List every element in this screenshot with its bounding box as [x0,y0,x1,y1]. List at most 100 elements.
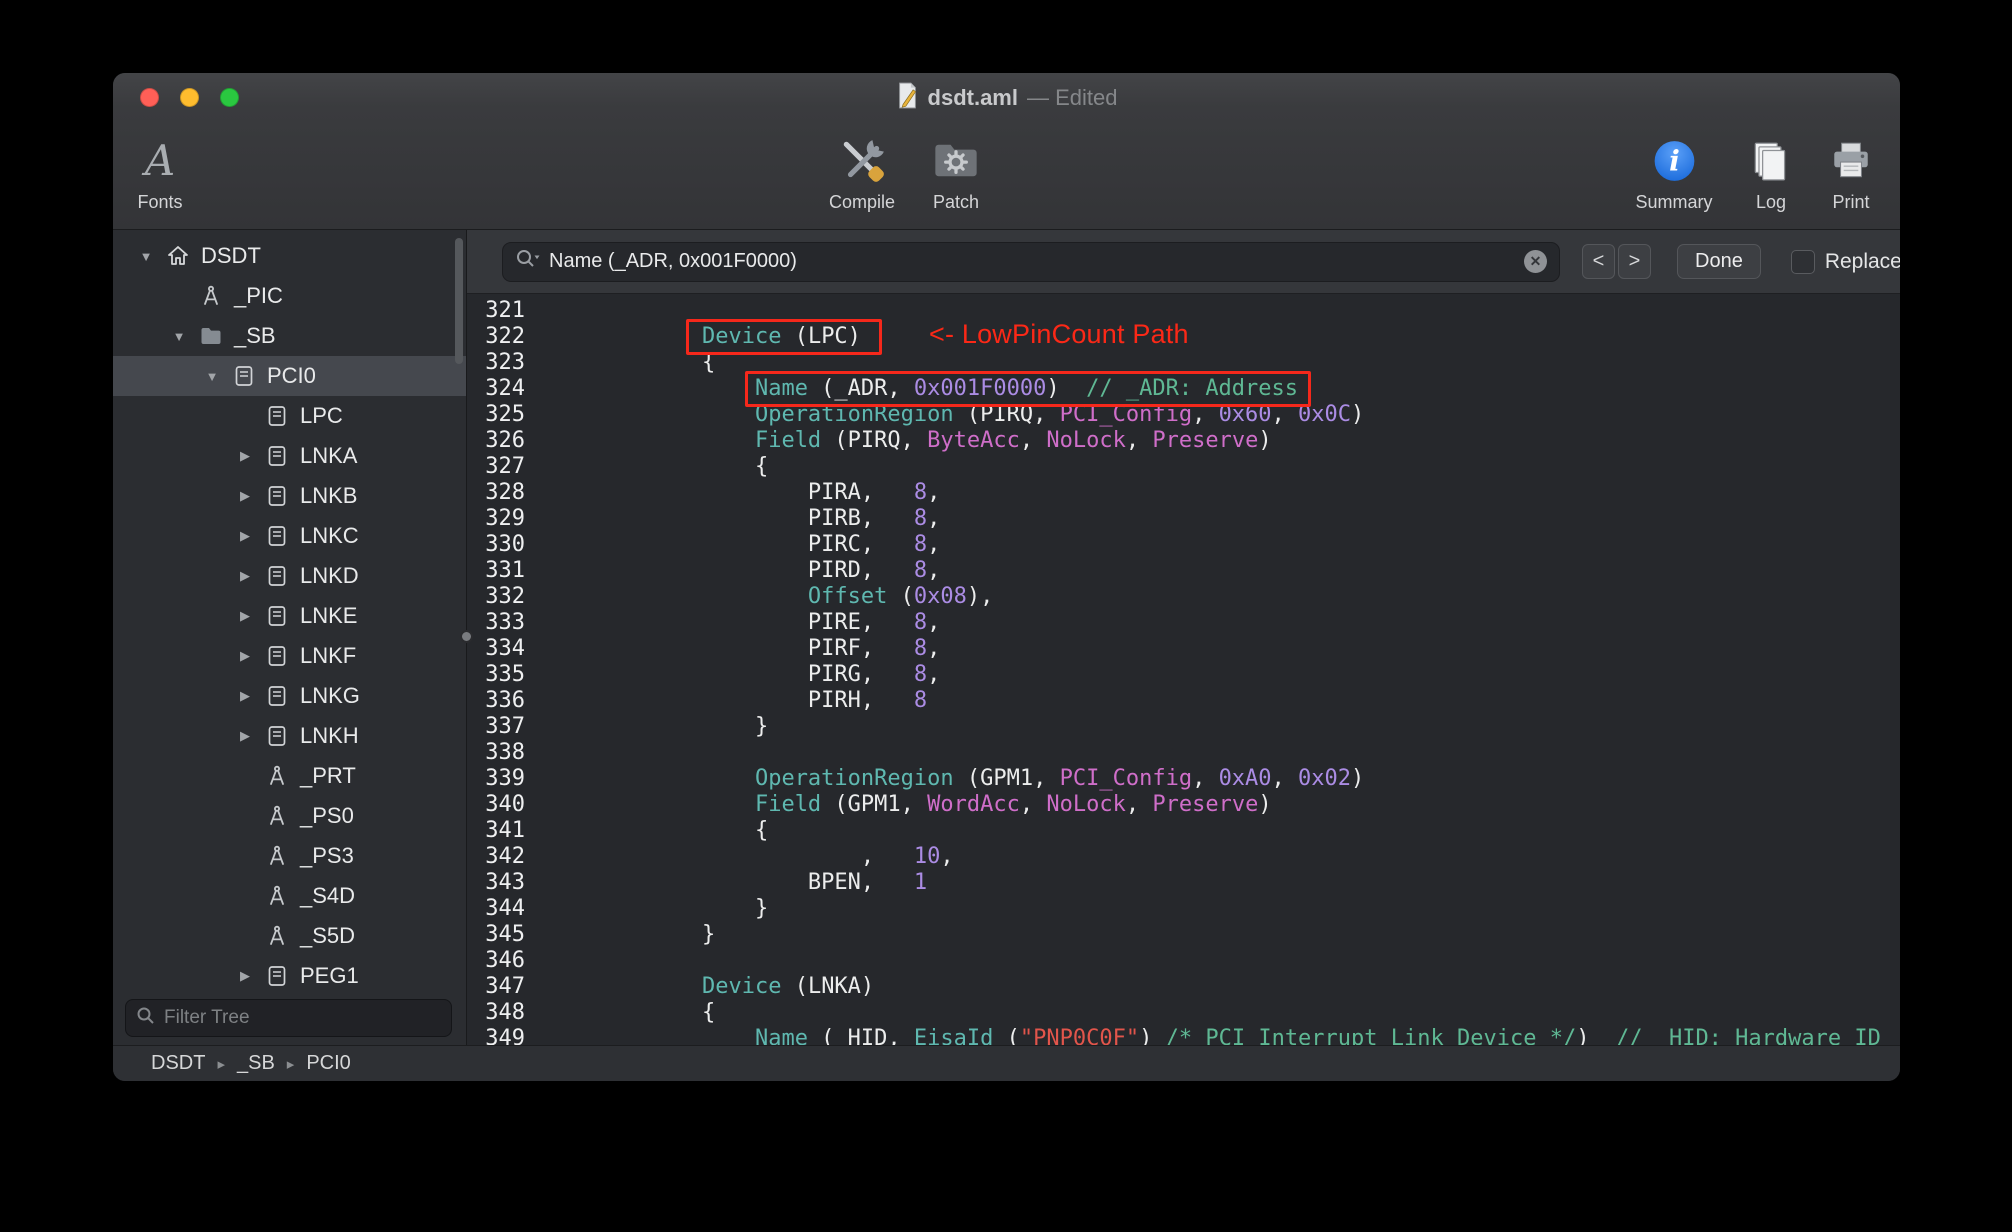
tree-item-LNKH[interactable]: ▶ LNKH [113,716,466,756]
tree-item-LPC[interactable]: LPC [113,396,466,436]
disclosure-right-icon[interactable]: ▶ [230,448,260,464]
patch-folder-gear-icon [931,130,981,192]
tree-item-LNKB[interactable]: ▶ LNKB [113,476,466,516]
log-button[interactable]: Log [1748,130,1794,213]
search-field[interactable]: ✕ [502,241,1560,282]
disclosure-right-icon[interactable]: ▶ [230,968,260,984]
folder-icon [194,325,228,347]
disclosure-right-icon[interactable]: ▶ [230,648,260,664]
close-button[interactable] [140,88,159,107]
tree-item-_S4D[interactable]: _S4D [113,876,466,916]
fonts-icon: A [144,136,176,185]
tree-item-_S5D[interactable]: _S5D [113,916,466,956]
search-magnifier-icon[interactable] [515,248,541,275]
titlebar[interactable]: dsdt.aml — Edited [113,73,1900,123]
tree-item-PCI0[interactable]: ▼ PCI0 [113,356,466,396]
tree-item-_PS0[interactable]: _PS0 [113,796,466,836]
line-number: 340 [485,792,525,817]
code-line: 349 Name (_HID, EisaId ("PNP0C0F") /* PC… [467,1026,1900,1045]
tree-item-LNKF[interactable]: ▶ LNKF [113,636,466,676]
find-previous-button[interactable]: < [1582,244,1615,279]
tree-item-_PRT[interactable]: _PRT [113,756,466,796]
code-line: 343 BPEN, 1 [467,870,1900,896]
code-line: 332 Offset (0x08), [467,584,1900,610]
tree-item-PEG1[interactable]: ▶ PEG1 [113,956,466,996]
breadcrumb-item-PCI0[interactable]: PCI0 [306,1052,350,1075]
clear-search-icon[interactable]: ✕ [1524,250,1547,273]
minimize-button[interactable] [180,88,199,107]
code-text: Name (_HID, EisaId ("PNP0C0F") /* PCI In… [754,1026,1881,1045]
tree-item-LNKC[interactable]: ▶ LNKC [113,516,466,556]
disclosure-right-icon[interactable]: ▶ [230,568,260,584]
tree-item-label: LNKA [300,443,358,468]
disclosure-right-icon[interactable]: ▶ [230,688,260,704]
tree-item-label: LNKE [300,603,358,628]
sidebar-scrollbar[interactable] [455,238,463,364]
line-number: 342 [485,844,525,869]
disclosure-down-icon[interactable]: ▼ [131,249,161,264]
line-number: 333 [485,610,525,635]
disclosure-right-icon[interactable]: ▶ [230,728,260,744]
search-input[interactable] [549,250,1516,273]
line-number: 347 [485,974,525,999]
annotation-lowpincount-label: <- LowPinCount Path [929,319,1189,349]
device-icon [260,564,294,589]
code-line: 327 { [467,454,1900,480]
line-number: 335 [485,662,525,687]
disclosure-down-icon[interactable]: ▼ [197,369,227,384]
tree-item-label: _PIC [234,283,283,308]
tree-item-LNKA[interactable]: ▶ LNKA [113,436,466,476]
filter-field[interactable] [125,999,452,1037]
tree-item-_PIC[interactable]: _PIC [113,276,466,316]
done-button[interactable]: Done [1677,244,1761,279]
method-icon [260,843,294,869]
line-number: 345 [485,922,525,947]
device-icon [227,364,261,389]
code-text: PIRA, 8, [596,480,941,505]
line-number: 334 [485,636,525,661]
code-text: PIRG, 8, [596,662,941,687]
compile-label: Compile [828,192,896,212]
device-icon [260,964,294,989]
filter-input[interactable] [164,1007,441,1029]
zoom-button[interactable] [220,88,239,107]
breadcrumb-item-_SB[interactable]: _SB [237,1052,275,1075]
print-button[interactable]: Print [1828,130,1874,213]
method-icon [260,883,294,909]
document-title: dsdt.aml [927,85,1018,110]
tree-item-_PS3[interactable]: _PS3 [113,836,466,876]
tree-item-label: PCI0 [267,363,316,388]
tree-item-LNKD[interactable]: ▶ LNKD [113,556,466,596]
document-proxy-icon[interactable] [896,82,919,114]
disclosure-down-icon[interactable]: ▼ [164,329,194,344]
find-next-button[interactable]: > [1618,244,1651,279]
disclosure-right-icon[interactable]: ▶ [230,608,260,624]
patch-button[interactable]: Patch [931,130,981,213]
code-line: 348 { [467,1000,1900,1026]
code-text: PIRC, 8, [596,532,941,557]
disclosure-right-icon[interactable]: ▶ [230,528,260,544]
tree-item-label: LNKB [300,483,358,508]
tree-item-label: _PS0 [300,803,354,828]
splitter-handle[interactable] [460,630,473,643]
code-text: Field (PIRQ, ByteAcc, NoLock, Preserve) [754,428,1272,453]
fonts-button[interactable]: A Fonts [137,130,182,213]
code-line: 336 PIRH, 8 [467,688,1900,714]
tree-item-label: LNKG [300,683,360,708]
replace-checkbox[interactable] [1790,249,1815,274]
window-controls [140,88,239,107]
compile-button[interactable]: Compile [829,130,895,213]
tree-item-LNKG[interactable]: ▶ LNKG [113,676,466,716]
window-title: dsdt.aml — Edited [896,82,1117,114]
code-editor[interactable]: 321 322 Device (LPC) 323 {324 Name (_ADR, … [467,294,1900,1045]
summary-button[interactable]: i Summary [1635,130,1713,213]
line-number: 348 [485,1000,525,1025]
disclosure-right-icon[interactable]: ▶ [230,488,260,504]
tree-item-DSDT[interactable]: ▼ DSDT [113,236,466,276]
line-number: 325 [485,402,525,427]
code-text: Offset (0x08), [807,584,994,609]
tree-item-_SB[interactable]: ▼ _SB [113,316,466,356]
breadcrumb-item-DSDT[interactable]: DSDT [151,1052,205,1075]
tree-item-LNKE[interactable]: ▶ LNKE [113,596,466,636]
editor-pane: ✕ < > Done Replace 321322 Device (LPC)32… [467,230,1900,1045]
